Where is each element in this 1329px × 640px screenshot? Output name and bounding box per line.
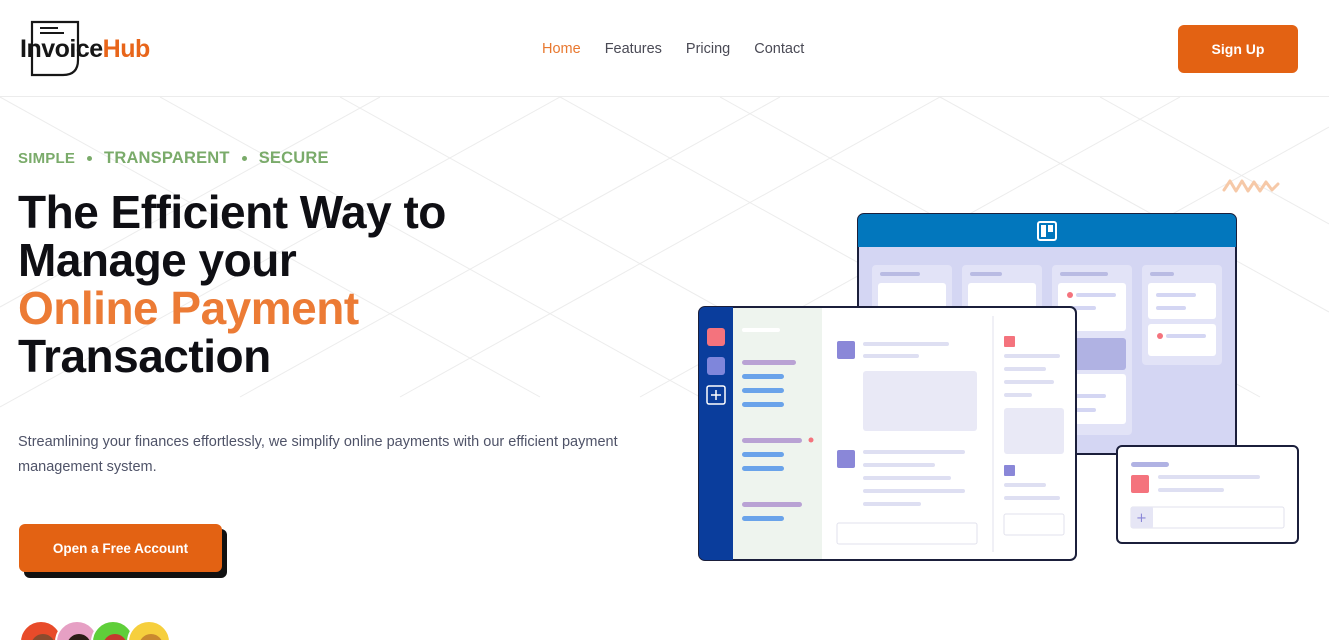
hero-description: Streamlining your finances effortlessly,… <box>18 434 618 475</box>
brand-wordmark: InvoiceHub <box>20 35 150 63</box>
headline-line-1: The Efficient Way to <box>18 186 446 238</box>
brand-logo[interactable]: InvoiceHub <box>20 20 170 78</box>
nav-features[interactable]: Features <box>605 41 662 57</box>
hero-tagline: SIMPLE TRANSPARENT SECURE <box>18 149 329 168</box>
tagline-dot <box>241 156 247 161</box>
cta-wrapper: Open a Free Account <box>19 524 227 578</box>
svg-text:+: + <box>1136 511 1147 526</box>
headline-accent: Online Payment <box>18 282 359 334</box>
site-header: InvoiceHub Home Features Pricing Contact… <box>0 0 1329 97</box>
tagline-transparent: TRANSPARENT <box>104 149 230 167</box>
nav-home[interactable]: Home <box>542 41 581 57</box>
hero-headline: The Efficient Way to Manage your Online … <box>18 188 446 380</box>
tagline-secure: SECURE <box>258 149 329 167</box>
app-window <box>698 306 1077 561</box>
avatar <box>127 620 171 640</box>
open-account-button[interactable]: Open a Free Account <box>19 524 222 572</box>
card-popup: + <box>1116 445 1299 544</box>
signup-button[interactable]: Sign Up <box>1178 25 1298 73</box>
dashboard-illustration: + <box>698 179 1299 561</box>
main-nav: Home Features Pricing Contact <box>542 41 804 57</box>
nav-pricing[interactable]: Pricing <box>686 41 730 57</box>
squiggle-decoration <box>1222 179 1280 193</box>
nav-contact[interactable]: Contact <box>754 41 804 57</box>
headline-line-4: Transaction <box>18 330 271 382</box>
tagline-dot <box>87 156 93 161</box>
tagline-simple: SIMPLE <box>18 150 76 167</box>
headline-line-2: Manage your <box>18 234 297 286</box>
